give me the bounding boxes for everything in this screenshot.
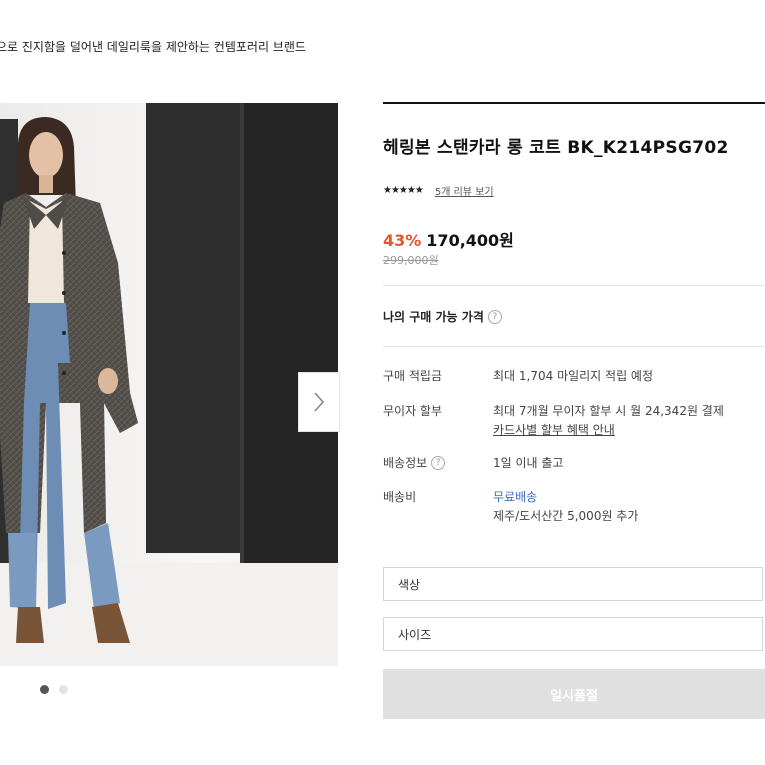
- shipping-info-value: 1일 이내 출고: [493, 456, 564, 470]
- divider: [383, 102, 765, 104]
- product-info: 헤링본 스탠카라 롱 코트 BK_K214PSG702 ★★★★★ 5개 리뷰 …: [383, 102, 765, 719]
- sold-out-button[interactable]: 일시품절: [383, 669, 765, 719]
- shipping-info-label: 배송정보: [383, 456, 428, 470]
- model-figure: [0, 117, 138, 643]
- size-select-placeholder: 사이즈: [398, 627, 432, 642]
- brand-tagline: 으로 진지함을 덜어낸 데일리룩을 제안하는 컨템포러리 브랜드: [0, 40, 306, 54]
- discount-rate: 43%: [383, 231, 422, 250]
- gallery-pagination: [40, 685, 68, 694]
- gallery-dot-1[interactable]: [40, 685, 49, 694]
- my-price-section[interactable]: 나의 구매 가능 가격 ?: [383, 308, 502, 325]
- installment-value-block: 최대 7개월 무이자 할부 시 월 24,342원 결제 카드사별 할부 혜택 …: [493, 402, 724, 440]
- sale-price: 170,400원: [426, 231, 514, 250]
- divider: [383, 346, 765, 347]
- installment-value: 최대 7개월 무이자 할부 시 월 24,342원 결제: [493, 404, 724, 418]
- points-label: 구매 적립금: [383, 369, 443, 383]
- points-value: 최대 1,704 마일리지 적립 예정: [493, 369, 654, 383]
- help-icon[interactable]: ?: [431, 455, 446, 470]
- shipping-fee-block: 무료배송 제주/도서산간 5,000원 추가: [493, 488, 638, 526]
- divider: [383, 285, 765, 286]
- price-row: 43% 170,400원: [383, 227, 514, 251]
- help-icon[interactable]: ?: [487, 309, 502, 324]
- shipping-fee-value: 무료배송: [493, 490, 538, 504]
- color-select-placeholder: 색상: [398, 577, 421, 592]
- rating-row: ★★★★★ 5개 리뷰 보기: [383, 183, 494, 198]
- size-select[interactable]: 사이즈: [383, 617, 763, 651]
- shipping-fee-label: 배송비: [383, 490, 417, 504]
- shipping-fee-note: 제주/도서산간 5,000원 추가: [493, 509, 639, 523]
- star-rating-icon: ★★★★★: [383, 185, 424, 196]
- installment-info-link[interactable]: 카드사별 할부 혜택 안내: [493, 423, 615, 437]
- product-title: 헤링본 스탠카라 롱 코트 BK_K214PSG702: [383, 138, 729, 158]
- installment-label: 무이자 할부: [383, 404, 443, 418]
- chevron-right-icon: [314, 392, 325, 412]
- next-image-button[interactable]: [298, 372, 340, 432]
- gallery-dot-2[interactable]: [59, 685, 68, 694]
- product-image: [0, 103, 338, 666]
- review-link[interactable]: 5개 리뷰 보기: [435, 183, 494, 198]
- my-price-label: 나의 구매 가능 가격: [383, 310, 484, 324]
- color-select[interactable]: 색상: [383, 567, 763, 601]
- original-price: 299,000원: [383, 254, 439, 267]
- shipping-info-label-wrap: 배송정보 ?: [383, 454, 446, 471]
